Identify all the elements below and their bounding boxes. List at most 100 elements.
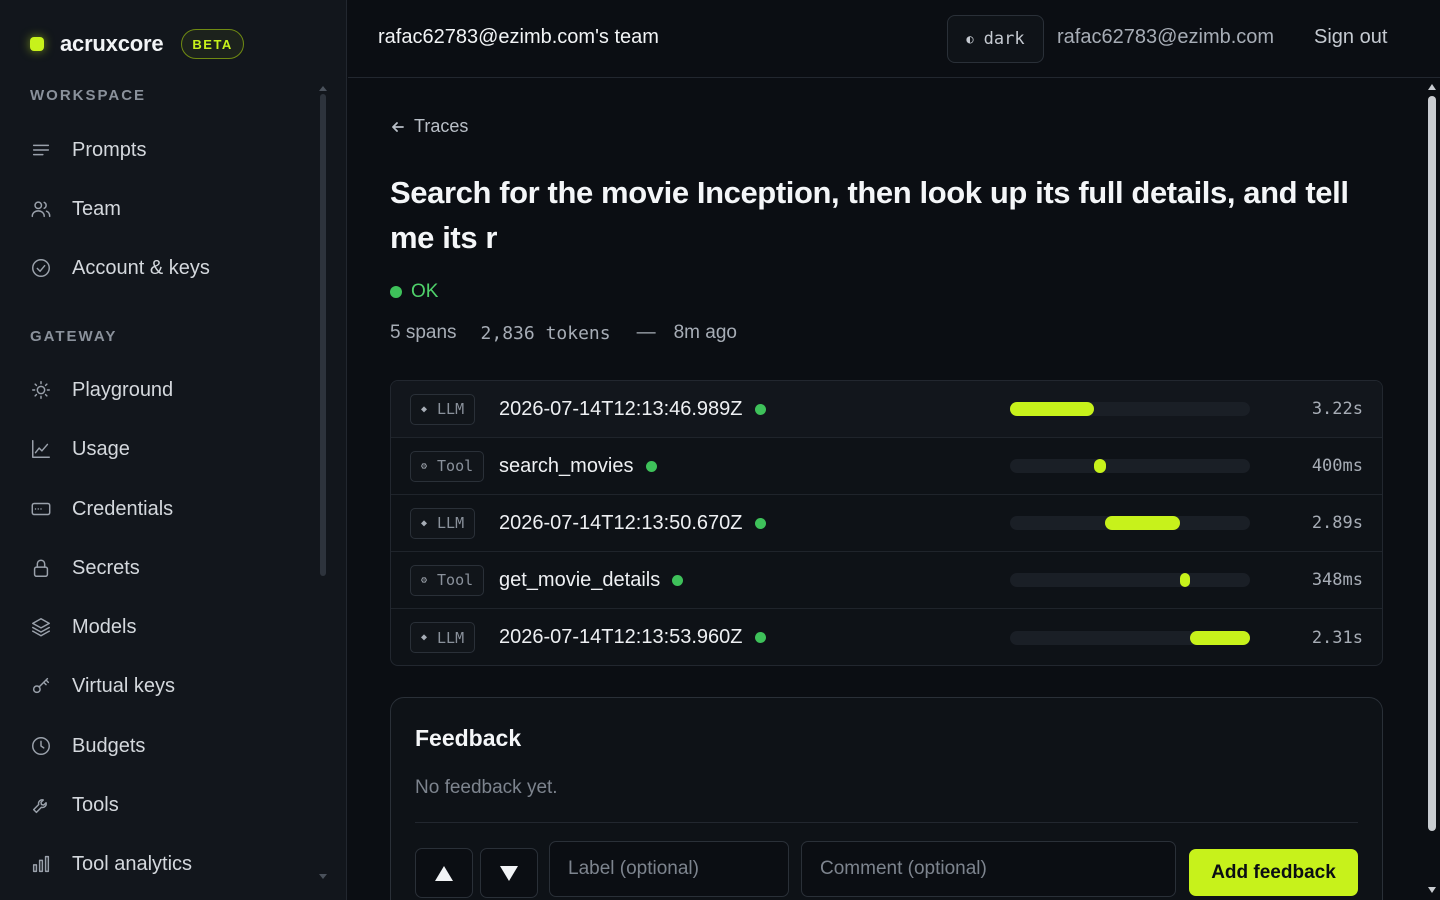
span-duration: 400ms [1311, 456, 1363, 476]
triangle-down-icon [500, 865, 518, 881]
diamond-icon: ◆ [421, 632, 428, 643]
gear-icon: ⚙ [421, 574, 428, 586]
span-timeline-track [1010, 573, 1250, 587]
span-status-dot-icon [754, 403, 766, 415]
sidebar-item-label: Secrets [72, 556, 140, 579]
card-icon [30, 498, 60, 520]
trace-meta: 5 spans 2,836 tokens — 8m ago [390, 322, 737, 344]
span-status-dot-icon [672, 574, 684, 586]
span-kind-label: Tool [437, 457, 474, 475]
line-chart-icon [30, 438, 60, 460]
feedback-label-input[interactable] [549, 841, 789, 897]
span-duration: 2.31s [1311, 627, 1363, 648]
span-timeline-track [1010, 402, 1250, 416]
main-scrollbar-thumb[interactable] [1428, 96, 1436, 831]
feedback-title: Feedback [415, 725, 522, 751]
brand-name: acruxcore [60, 31, 164, 56]
span-kind-badge: ◆ LLM [410, 507, 476, 539]
span-timeline-bar [1104, 516, 1181, 530]
theme-label: dark [983, 29, 1025, 49]
main-scroll-down-icon[interactable] [1428, 887, 1436, 893]
span-name-text: search_movies [499, 454, 634, 477]
theme-toggle-button[interactable]: ◐ dark [947, 15, 1044, 63]
status-badge: OK [390, 281, 438, 303]
token-count: 2,836 tokens [480, 322, 611, 344]
span-duration: 348ms [1311, 570, 1363, 590]
diamond-icon: ◆ [421, 517, 428, 529]
team-name: rafac62783@ezimb.com's team [378, 26, 659, 48]
span-name-text: 2026-07-14T12:13:46.989Z [499, 397, 743, 420]
sidebar-item-models[interactable]: Models [30, 605, 310, 649]
feedback-empty-text: No feedback yet. [415, 777, 558, 798]
key-icon [30, 675, 60, 697]
meta-separator: — [636, 322, 656, 343]
sidebar-item-budgets[interactable]: Budgets [30, 724, 310, 768]
span-status-dot-icon [754, 632, 766, 643]
span-timeline-bar [1094, 459, 1106, 473]
feedback-comment-input[interactable] [801, 841, 1176, 897]
span-name-text: 2026-07-14T12:13:53.960Z [499, 626, 743, 648]
sidebar-item-prompts[interactable]: Prompts [30, 128, 310, 172]
span-kind-label: Tool [437, 571, 474, 589]
span-duration: 2.89s [1311, 513, 1363, 533]
span-row[interactable]: ◆ LLM 2026-07-14T12:13:53.960Z 2.31s [391, 609, 1382, 665]
status-dot-icon [390, 286, 402, 298]
back-to-traces-link[interactable]: Traces [390, 116, 468, 137]
arrow-left-icon [392, 121, 404, 132]
page-title: Search for the movie Inception, then loo… [390, 175, 1349, 255]
span-name: 2026-07-14T12:13:50.670Z [499, 512, 766, 535]
sidebar-item-secrets[interactable]: Secrets [30, 546, 310, 590]
span-row[interactable]: ⚙ Tool get_movie_details 348ms [391, 552, 1382, 609]
sidebar-item-playground[interactable]: Playground [30, 368, 310, 412]
sidebar-item-tool-analytics[interactable]: Tool analytics [30, 842, 310, 886]
span-row[interactable]: ⚙ Tool search_movies 400ms [391, 438, 1382, 495]
sidebar-item-virtual-keys[interactable]: Virtual keys [30, 664, 310, 708]
bar-chart-icon [30, 853, 60, 875]
span-timeline-track [1010, 459, 1250, 473]
sidebar-scrollbar[interactable] [320, 94, 326, 576]
span-kind-badge: ◆ LLM [410, 393, 476, 425]
sidebar-scroll-up-icon[interactable] [319, 86, 327, 91]
layers-icon [30, 616, 60, 638]
span-count: 5 spans [390, 322, 457, 343]
sidebar-scroll-down-icon[interactable] [319, 874, 327, 879]
span-name: 2026-07-14T12:13:53.960Z [499, 626, 766, 649]
sidebar-item-tools[interactable]: Tools [30, 783, 310, 827]
section-label-gateway: GATEWAY [30, 328, 118, 345]
check-circle-icon [30, 257, 60, 279]
span-row[interactable]: ◆ LLM 2026-07-14T12:13:46.989Z 3.22s [391, 381, 1382, 438]
sidebar-item-label: Account & keys [72, 256, 210, 279]
main-scroll-up-icon[interactable] [1428, 84, 1436, 90]
diamond-icon: ◆ [421, 403, 428, 415]
gear-icon: ⚙ [421, 460, 428, 472]
sun-icon [30, 379, 60, 401]
span-kind-badge: ◆ LLM [410, 622, 476, 653]
sidebar-item-usage[interactable]: Usage [30, 427, 310, 471]
span-timeline-bar [1180, 573, 1190, 587]
span-duration: 3.22s [1311, 399, 1363, 419]
sidebar-item-credentials[interactable]: Credentials [30, 487, 310, 531]
spans-list: ◆ LLM 2026-07-14T12:13:46.989Z 3.22s ⚙ Too… [390, 380, 1383, 666]
sidebar-item-label: Prompts [72, 138, 147, 161]
half-circle-icon: ◐ [966, 32, 974, 46]
span-timeline-track [1010, 630, 1250, 645]
list-icon [30, 139, 60, 161]
back-link-label: Traces [414, 116, 469, 136]
add-feedback-button[interactable]: Add feedback [1189, 849, 1358, 896]
sign-out-link[interactable]: Sign out [1314, 26, 1387, 49]
clock-icon [30, 735, 60, 757]
span-status-dot-icon [645, 460, 657, 472]
section-label-workspace: WORKSPACE [30, 87, 147, 104]
user-email: rafac62783@ezimb.com [1057, 26, 1275, 48]
span-row[interactable]: ◆ LLM 2026-07-14T12:13:50.670Z 2.89s [391, 495, 1382, 552]
span-name: search_movies [499, 455, 657, 478]
topbar: rafac62783@ezimb.com's team ◐ dark rafac… [348, 0, 1440, 78]
thumbs-up-button[interactable] [415, 848, 473, 898]
sidebar-item-account-keys[interactable]: Account & keys [30, 246, 310, 290]
brand-logo-icon [30, 37, 44, 51]
sidebar-item-label: Tools [72, 793, 119, 816]
brand[interactable]: acruxcore BETA [30, 28, 244, 60]
triangle-up-icon [435, 865, 453, 881]
sidebar-item-team[interactable]: Team [30, 187, 310, 231]
thumbs-down-button[interactable] [480, 848, 538, 898]
